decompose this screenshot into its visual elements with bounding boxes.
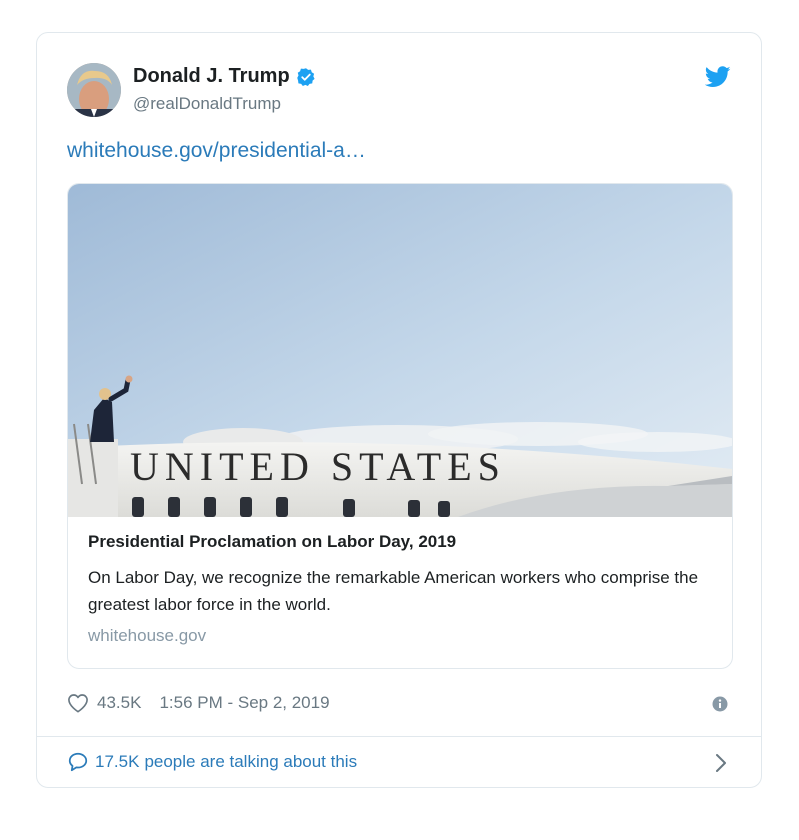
chevron-right-icon[interactable] [715, 753, 727, 773]
talking-count: 17.5K [95, 752, 140, 771]
author-name[interactable]: Donald J. Trump [133, 65, 290, 88]
tweet-meta: 43.5K 1:56 PM - Sep 2, 2019 [67, 693, 330, 713]
footer-divider [37, 736, 761, 737]
preview-domain: whitehouse.gov [88, 626, 207, 645]
embedded-tweet-card: Donald J. Trump @realDonaldTrump whiteho… [36, 32, 762, 788]
author-handle[interactable]: @realDonaldTrump [133, 94, 281, 114]
preview-image: UNITED STATES [68, 184, 732, 517]
author-name-row[interactable]: Donald J. Trump [133, 65, 316, 88]
conversation-link[interactable]: 17.5K people are talking about this [67, 751, 357, 773]
timestamp[interactable]: 1:56 PM - Sep 2, 2019 [159, 693, 329, 713]
fuselage-lettering: UNITED STATES [130, 444, 506, 489]
talking-label: people are talking about this [144, 752, 358, 771]
avatar[interactable] [67, 63, 121, 117]
preview-text: Presidential Proclamation on Labor Day, … [88, 532, 712, 646]
link-preview-card[interactable]: UNITED STATES Presidential Proclamation … [67, 183, 733, 669]
twitter-bird-icon[interactable] [705, 66, 731, 88]
heart-icon[interactable] [67, 693, 89, 713]
like-count[interactable]: 43.5K [97, 693, 141, 713]
preview-description: On Labor Day, we recognize the remarkabl… [88, 568, 699, 614]
verified-badge-icon [296, 67, 315, 86]
speech-bubble-icon [68, 752, 88, 772]
preview-title[interactable]: Presidential Proclamation on Labor Day, … [88, 532, 712, 552]
info-icon[interactable] [712, 696, 728, 712]
tweet-link[interactable]: whitehouse.gov/presidential-a… [67, 139, 366, 163]
